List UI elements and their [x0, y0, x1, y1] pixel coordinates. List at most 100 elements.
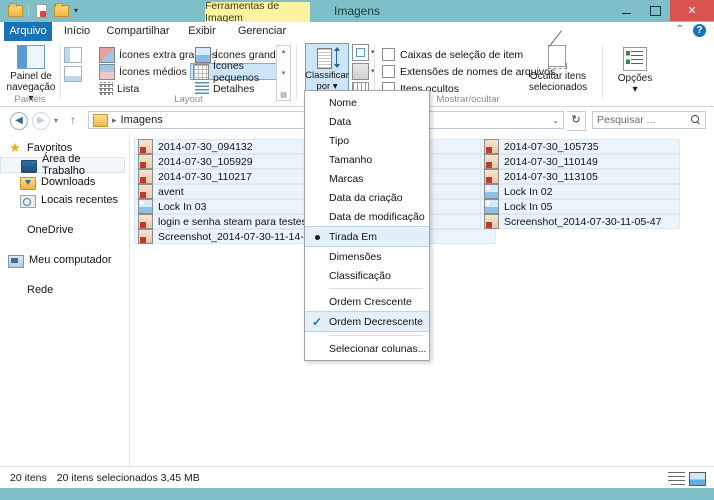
search-icon[interactable] — [691, 115, 701, 125]
group-by-button[interactable]: ▾ — [352, 43, 375, 61]
sidebar-item-locais-recentes[interactable]: Locais recentes — [0, 191, 129, 209]
large-icons-icon — [195, 46, 211, 63]
menu-item-ordem-crescente[interactable]: Ordem Crescente — [305, 292, 429, 311]
star-icon: ★ — [9, 140, 21, 155]
chevron-down-icon[interactable]: ▾ — [632, 84, 637, 95]
minimize-button[interactable] — [612, 0, 641, 21]
details-view-icon[interactable] — [668, 470, 685, 485]
up-button[interactable]: ↑ — [70, 113, 76, 127]
tab-inicio[interactable]: Início — [56, 22, 98, 41]
menu-item-tipo[interactable]: Tipo — [305, 131, 429, 150]
list-item[interactable]: Lock In 03 — [134, 199, 314, 214]
sidebar-item-rede[interactable]: Rede — [0, 281, 129, 299]
file-name: Lock In 05 — [504, 200, 553, 213]
view-mode-buttons — [668, 470, 706, 486]
tab-arquivo[interactable]: Arquivo — [4, 22, 52, 41]
menu-item-label: Ordem Crescente — [329, 295, 412, 308]
menu-item-label: Tirada Em — [329, 230, 378, 243]
file-name: Lock In 03 — [158, 200, 207, 213]
breadcrumb-label[interactable]: Imagens — [121, 114, 163, 126]
add-columns-button[interactable]: ▾ — [352, 62, 375, 80]
sidebar-item-onedrive[interactable]: OneDrive — [0, 221, 129, 239]
menu-separator — [329, 335, 423, 336]
menu-item-label: Data — [329, 115, 352, 128]
menu-item-tirada-em[interactable]: Tirada Em — [305, 226, 429, 247]
tab-exibir[interactable]: Exibir — [178, 22, 226, 41]
chevron-down-icon[interactable]: ⌄ — [552, 116, 559, 125]
checkbox-icon[interactable] — [382, 65, 395, 78]
hide-selected-items-button[interactable]: Ocultar itens selecionados — [520, 30, 596, 93]
menu-item-data-da-criacao[interactable]: Data da criação — [305, 188, 429, 207]
menu-separator — [329, 288, 423, 289]
onedrive-icon — [8, 223, 22, 237]
window-title: Imagens — [333, 4, 381, 18]
help-icon[interactable]: ? — [693, 24, 706, 37]
sidebar-item-label: Área de Trabalho — [42, 153, 86, 177]
menu-item-dimensoes[interactable]: Dimensões — [305, 247, 429, 266]
menu-item-tamanho[interactable]: Tamanho — [305, 150, 429, 169]
list-item[interactable]: Lock In 02 — [480, 184, 680, 199]
list-item[interactable]: 2014-07-30_110217 — [134, 169, 314, 184]
menu-item-ordem-decrescente[interactable]: ✓ Ordem Decrescente — [305, 311, 429, 332]
checkbox-item-checkboxes[interactable]: Caixas de seleção de item — [382, 47, 523, 62]
menu-item-label: Classificação — [329, 269, 391, 282]
layout-gallery-scrollbar[interactable]: ▴ ▾ ▤ — [276, 45, 291, 101]
file-name: 2014-07-30_094132 — [158, 140, 253, 153]
collapse-ribbon-icon[interactable]: ⌃ — [676, 24, 684, 39]
maximize-button[interactable] — [641, 0, 670, 21]
back-button[interactable]: ◀ — [10, 112, 28, 130]
sort-by-dropdown-menu[interactable]: Nome Data Tipo Tamanho Marcas Data da cr… — [304, 90, 430, 361]
menu-item-marcas[interactable]: Marcas — [305, 169, 429, 188]
add-columns-icon — [352, 62, 369, 80]
downloads-icon — [20, 176, 36, 190]
sidebar-item-meu-computador[interactable]: Meu computador — [0, 251, 129, 269]
list-item[interactable]: login e senha steam para testes — [134, 214, 314, 229]
list-item[interactable]: 2014-07-30_113105 — [480, 169, 680, 184]
checkbox-icon[interactable] — [382, 48, 395, 61]
gallery-scroll-up-icon[interactable]: ▴ — [282, 47, 286, 55]
png-file-icon — [138, 169, 153, 184]
computer-icon — [8, 254, 24, 268]
png-file-icon — [138, 214, 153, 229]
options-button[interactable]: Opções ▾ — [608, 47, 662, 95]
png-file-icon — [484, 154, 499, 169]
list-item[interactable]: 2014-07-30_110149 — [480, 154, 680, 169]
tab-gerenciar[interactable]: Gerenciar — [232, 22, 292, 41]
search-input[interactable]: Pesquisar ... — [592, 111, 706, 129]
extra-large-icons-icon — [99, 46, 115, 63]
forward-button[interactable]: ▶ — [32, 112, 50, 130]
status-bar: 20 itens 20 itens selecionados 3,45 MB — [0, 466, 714, 489]
gallery-scroll-down-icon[interactable]: ▾ — [282, 69, 286, 77]
sidebar-item-area-de-trabalho[interactable]: Área de Trabalho — [0, 153, 125, 177]
menu-item-label: Data de modificação — [329, 210, 425, 223]
menu-item-data[interactable]: Data — [305, 112, 429, 131]
medium-icons-icon — [99, 63, 115, 80]
preview-pane-icon[interactable] — [64, 47, 82, 63]
layout-medium-icons[interactable]: Ícones médios — [96, 63, 190, 80]
menu-item-nome[interactable]: Nome — [305, 93, 429, 112]
menu-item-selecionar-colunas[interactable]: Selecionar colunas... — [305, 339, 429, 358]
list-item[interactable]: 2014-07-30_105929 — [134, 154, 314, 169]
png-file-icon — [138, 229, 153, 244]
recent-locations-icon[interactable]: ▾ — [54, 116, 58, 125]
item-count-label: 20 itens — [10, 472, 47, 484]
file-name: Screenshot_2014-07-30-11-14-34 — [158, 230, 316, 243]
menu-item-classificacao[interactable]: Classificação — [305, 266, 429, 285]
menu-item-data-de-modificacao[interactable]: Data de modificação — [305, 207, 429, 226]
refresh-button[interactable]: ↻ — [567, 111, 586, 131]
list-item[interactable]: Screenshot_2014-07-30-11-05-47 — [480, 214, 680, 229]
close-button[interactable]: ✕ — [670, 0, 714, 21]
file-name: 2014-07-30_105929 — [158, 155, 253, 168]
list-item[interactable]: avent — [134, 184, 314, 199]
file-name: Screenshot_2014-07-30-11-05-47 — [504, 215, 662, 228]
thumbnails-view-icon[interactable] — [689, 472, 706, 486]
list-item[interactable]: Screenshot_2014-07-30-11-14-34 — [134, 229, 316, 244]
list-item[interactable]: 2014-07-30_094132 — [134, 139, 314, 154]
details-pane-icon[interactable] — [64, 66, 82, 82]
menu-item-label: Data da criação — [329, 191, 403, 204]
list-item[interactable]: Lock In 05 — [480, 199, 680, 214]
file-name: avent — [158, 185, 184, 198]
list-item[interactable]: 2014-07-30_105735 — [480, 139, 680, 154]
layout-label: Ícones médios — [119, 65, 187, 78]
tab-compartilhar[interactable]: Compartilhar — [100, 22, 176, 41]
